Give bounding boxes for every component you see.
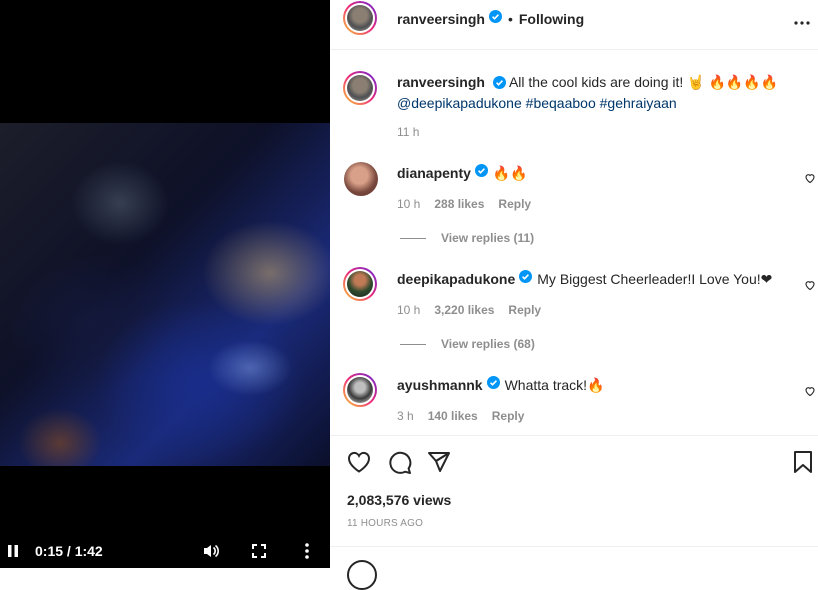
volume-icon[interactable] [202,542,220,560]
more-options-icon[interactable] [794,12,810,30]
like-comment-heart-icon[interactable] [804,384,816,402]
divider [400,344,426,345]
verified-icon [519,270,533,288]
caption-emojis: 🤘 🔥🔥🔥🔥 [687,74,779,90]
verified-icon [486,376,500,394]
comment-username[interactable]: dianapenty [397,165,471,181]
video-controls: 0:15 / 1:42 [0,535,330,568]
comment-time[interactable]: 10 h [397,197,420,211]
verified-icon [492,75,506,94]
emoji-icon[interactable] [347,560,377,590]
comment-text: My Biggest Cheerleader!I Love You!❤ [537,270,773,287]
avatar[interactable] [343,1,377,35]
comment-likes[interactable]: 288 likes [434,197,484,211]
reply-button[interactable]: Reply [498,197,531,211]
verified-icon [488,10,502,28]
like-comment-heart-icon[interactable] [804,278,816,296]
post-panel: ranveersingh • Following ranveersingh Al… [330,0,818,590]
divider [330,546,818,547]
hashtag-link[interactable]: #gehraiyaan [600,95,677,111]
divider [400,238,426,239]
fullscreen-icon[interactable] [250,542,268,560]
caption-username[interactable]: ranveersingh [397,74,485,90]
following-button[interactable]: Following [519,11,584,27]
share-icon[interactable] [427,451,451,478]
post-timestamp[interactable]: 11 HOURS AGO [347,518,423,529]
post-actions: 2,083,576 views 11 HOURS AGO [330,435,818,590]
more-options-vertical-icon[interactable] [300,542,314,560]
reply-button[interactable]: Reply [492,409,525,423]
hashtag-link[interactable]: #beqaaboo [526,95,596,111]
header-separator: • [507,11,513,27]
pause-icon[interactable] [6,542,20,560]
mention-link[interactable]: @deepikapadukone [397,95,522,111]
comment-text: Whatta track!🔥 [504,376,605,393]
avatar[interactable] [343,267,377,301]
like-heart-icon[interactable] [347,451,371,478]
comment-likes[interactable]: 140 likes [428,409,478,423]
reply-button[interactable]: Reply [508,303,541,317]
comment-likes[interactable]: 3,220 likes [434,303,494,317]
like-comment-heart-icon[interactable] [804,171,816,189]
avatar[interactable] [343,373,377,407]
post-header: ranveersingh • Following [330,0,818,50]
caption-avatar[interactable] [343,71,377,105]
comment-icon[interactable] [388,451,412,480]
video-player[interactable]: 0:15 / 1:42 [0,0,330,568]
avatar[interactable] [344,162,378,196]
comment-username[interactable]: deepikapadukone [397,271,515,287]
caption-time[interactable]: 11 h [397,125,419,139]
verified-icon [474,164,488,182]
views-count[interactable]: 2,083,576 views [347,492,451,508]
view-replies-button[interactable]: View replies (68) [441,337,535,351]
comment-time[interactable]: 3 h [397,409,414,423]
caption-text: All the cool kids are doing it! [508,74,688,90]
video-time: 0:15 / 1:42 [35,543,103,559]
comment-username[interactable]: ayushmannk [397,377,483,393]
header-username[interactable]: ranveersingh [397,11,485,27]
video-frame[interactable] [0,123,330,466]
view-replies-button[interactable]: View replies (11) [441,231,534,245]
comment-text: 🔥🔥 [492,164,528,181]
comment-time[interactable]: 10 h [397,303,420,317]
bookmark-icon[interactable] [793,451,813,478]
